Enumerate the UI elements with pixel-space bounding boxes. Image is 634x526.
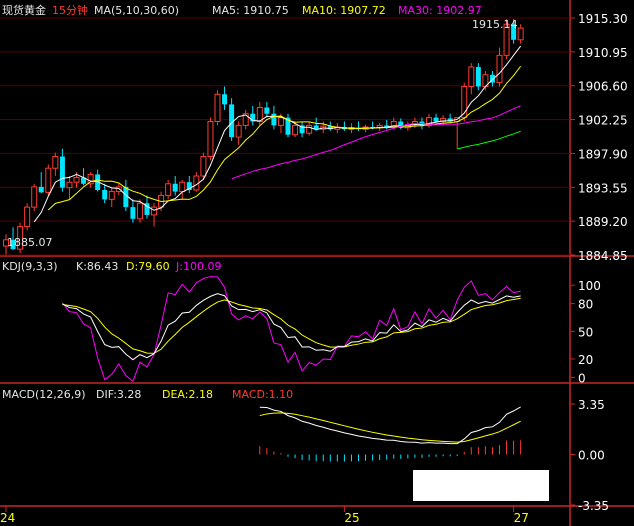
ma-params-label: MA(5,10,30,60) [94, 4, 179, 17]
candle-body-up [179, 181, 186, 193]
kdj-tick-label: 80 [578, 298, 593, 312]
macd-layer [259, 406, 522, 462]
candle-body-up [45, 167, 52, 193]
candle-body-up [292, 124, 299, 136]
kdj-d-value: D:79.60 [126, 260, 170, 273]
candle-body-up [31, 186, 38, 208]
price-tick-label: 1906.60 [578, 80, 628, 94]
candle-body-up [496, 54, 503, 84]
candle-body-up [235, 124, 242, 138]
kdj-j-line [62, 276, 521, 383]
high-price-label: 1915.14 [472, 18, 518, 31]
candle-body-up [517, 27, 524, 41]
macd-params-label: MACD(12,26,9) [2, 388, 86, 401]
price-tick-label: 1915.30 [578, 12, 628, 26]
macd-dea-value: DEA:2.18 [162, 388, 213, 401]
kdj-k-value: K:86.43 [76, 260, 118, 273]
kdj-tick-label: 50 [578, 325, 593, 339]
date-tick-label: 25 [344, 511, 359, 525]
candle-body-up [306, 124, 313, 134]
kdj-tick-label: 20 [578, 353, 593, 367]
macd-tick-label: -3.35 [578, 499, 609, 513]
price-tick-label: 1889.20 [578, 215, 628, 229]
low-price-label: 1885.07 [7, 236, 53, 249]
candle-body-up [165, 183, 172, 196]
candle-body-up [24, 206, 31, 228]
blank-overlay-box [413, 470, 549, 501]
price-tick-label: 1897.90 [578, 147, 628, 161]
date-tick-label: 24 [0, 511, 15, 525]
ma30-value: MA30: 1902.97 [398, 4, 482, 17]
candle-body-up [66, 181, 73, 189]
macd-hist-value: MACD:1.10 [232, 388, 293, 401]
candle-body-up [108, 191, 115, 200]
macd-dea-line [259, 412, 521, 443]
candle-body-up [207, 121, 214, 158]
chart-svg: 现货黄金 15分钟 MA(5,10,30,60) MA5: 1910.75 MA… [0, 0, 634, 526]
price-tick-label: 1910.95 [578, 46, 628, 60]
candle-body-down [38, 186, 44, 193]
grid-layer [0, 17, 570, 256]
kdj-tick-label: 100 [578, 279, 601, 293]
price-tick-label: 1884.85 [578, 249, 628, 263]
ma10-value: MA10: 1907.72 [302, 4, 386, 17]
candle-body-up [277, 117, 284, 126]
macd-tick-label: 3.35 [578, 398, 605, 412]
candle-body-down [433, 117, 439, 122]
candle-body-down [102, 190, 108, 200]
kdj-j-value: J:100.09 [175, 260, 221, 273]
date-tick-label: 27 [514, 511, 529, 525]
candle-body-up [73, 177, 80, 183]
macd-dif-line [259, 406, 521, 445]
period-label: 15分钟 [52, 3, 88, 17]
price-tick-label: 1893.55 [578, 181, 628, 195]
ma5-value: MA5: 1910.75 [212, 4, 289, 17]
candle-body-up [214, 93, 221, 123]
ma60-line [457, 130, 521, 150]
candle-body-up [468, 66, 475, 87]
kdj-layer [62, 276, 521, 383]
instrument-name: 现货黄金 [2, 3, 46, 17]
price-layer [3, 19, 524, 255]
candle-body-down [222, 94, 228, 105]
candle-body-up [151, 206, 158, 216]
candle-body-down [264, 107, 270, 114]
candle-body-up [115, 186, 122, 193]
chart-root: 现货黄金 15分钟 MA(5,10,30,60) MA5: 1910.75 MA… [0, 0, 634, 526]
candle-body-up [136, 202, 143, 220]
kdj-d-line [62, 297, 521, 354]
price-tick-label: 1902.25 [578, 114, 628, 128]
candle-body-down [475, 67, 481, 87]
kdj-tick-label: 0 [578, 371, 586, 385]
candle-body-up [200, 156, 207, 177]
kdj-params-label: KDJ(9,3,3) [2, 260, 58, 273]
candle-body-down [172, 183, 178, 192]
macd-dif-value: DIF:3.28 [96, 388, 141, 401]
candle-body-down [271, 113, 277, 126]
candle-body-up [52, 156, 59, 169]
candle-body-down [130, 207, 136, 219]
candle-body-down [59, 156, 65, 188]
macd-tick-label: 0.00 [578, 449, 605, 463]
